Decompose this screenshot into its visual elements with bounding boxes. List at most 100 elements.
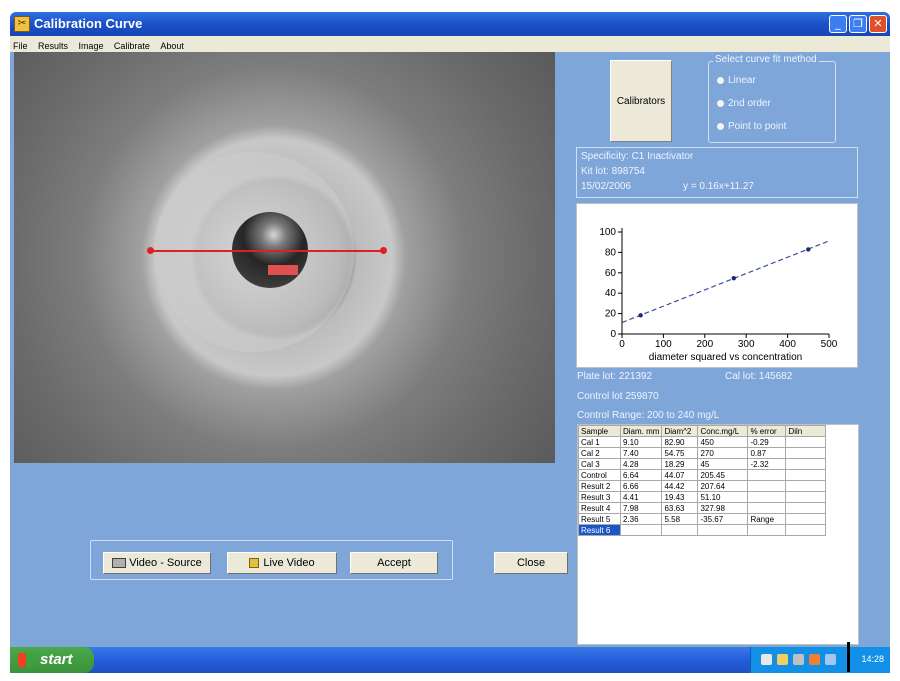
table-row[interactable]: Cal 1 9.10 82.90 450 -0.29 (578, 436, 827, 448)
table-cell[interactable] (747, 480, 787, 492)
table-cell[interactable] (747, 502, 787, 514)
table-cell[interactable]: 7.40 (619, 447, 663, 459)
col-header[interactable]: Diam. mm (619, 425, 663, 437)
measure-handle-right[interactable] (380, 247, 387, 254)
restore-button[interactable]: ❐ (849, 15, 867, 33)
table-cell[interactable] (747, 524, 787, 536)
table-cell[interactable] (697, 524, 749, 536)
table-row[interactable]: Result 5 2.36 5.58 -35.67 Range (578, 513, 827, 525)
accept-button[interactable]: Accept (350, 552, 438, 574)
table-cell[interactable]: Result 3 (578, 491, 621, 503)
live-video-button[interactable]: Live Video (227, 552, 337, 574)
table-cell[interactable]: Result 5 (578, 513, 621, 525)
table-cell[interactable]: 19.43 (661, 491, 699, 503)
table-cell[interactable]: 44.07 (661, 469, 699, 481)
y-tick-label: 80 (605, 247, 617, 258)
table-cell[interactable] (785, 436, 827, 448)
radio-point-to-point[interactable]: Point to point (717, 121, 786, 132)
table-cell[interactable]: 44.42 (661, 480, 699, 492)
table-row[interactable]: Result 3 4.41 19.43 51.10 (578, 491, 827, 503)
table-cell[interactable]: -0.29 (747, 436, 787, 448)
table-cell[interactable]: 18.29 (661, 458, 699, 470)
menu-calibrate[interactable]: Calibrate (111, 39, 153, 53)
table-cell[interactable]: Result 2 (578, 480, 621, 492)
table-cell[interactable]: 270 (697, 447, 749, 459)
table-cell[interactable]: 82.90 (661, 436, 699, 448)
network-icon[interactable] (761, 654, 772, 665)
table-cell[interactable]: 450 (697, 436, 749, 448)
table-cell[interactable]: Range (747, 513, 787, 525)
table-cell[interactable] (747, 491, 787, 503)
col-header[interactable]: Sample (578, 425, 621, 437)
table-cell[interactable]: -35.67 (697, 513, 749, 525)
x-tick-label: 300 (738, 339, 755, 350)
table-cell[interactable]: Cal 2 (578, 447, 621, 459)
tray-app-icon[interactable] (825, 654, 836, 665)
table-cell[interactable]: 45 (697, 458, 749, 470)
col-header[interactable]: Diam^2 (661, 425, 699, 437)
table-cell[interactable]: -2.32 (747, 458, 787, 470)
table-cell[interactable]: Result 6 (578, 524, 621, 536)
table-cell[interactable]: 63.63 (661, 502, 699, 514)
table-cell[interactable]: 205.45 (697, 469, 749, 481)
table-cell[interactable] (785, 524, 827, 536)
table-row[interactable]: Result 2 6.66 44.42 207.64 (578, 480, 827, 492)
close-window-button[interactable]: ✕ (869, 15, 887, 33)
table-cell[interactable] (619, 524, 663, 536)
table-cell[interactable] (747, 469, 787, 481)
table-cell[interactable] (785, 447, 827, 459)
table-cell[interactable]: Cal 3 (578, 458, 621, 470)
security-icon[interactable] (809, 654, 820, 665)
table-row[interactable]: Control 6.64 44.07 205.45 (578, 469, 827, 481)
menu-about[interactable]: About (157, 39, 187, 53)
measure-handle-left[interactable] (147, 247, 154, 254)
radio-2nd-order[interactable]: 2nd order (717, 98, 771, 109)
table-row-selected[interactable]: Result 6 (578, 524, 827, 536)
plate-lot-text: Plate lot: 221392 (577, 371, 653, 382)
table-cell[interactable] (785, 502, 827, 514)
table-cell[interactable]: 51.10 (697, 491, 749, 503)
table-cell[interactable] (785, 480, 827, 492)
table-cell[interactable]: Result 4 (578, 502, 621, 514)
table-cell[interactable]: 2.36 (619, 513, 663, 525)
diameter-measure-line[interactable] (150, 250, 386, 252)
close-button[interactable]: Close (494, 552, 568, 574)
table-cell[interactable]: 0.87 (747, 447, 787, 459)
video-source-button[interactable]: Video - Source (103, 552, 211, 574)
menu-file[interactable]: File (10, 39, 31, 53)
video-image[interactable] (14, 52, 555, 463)
table-cell[interactable] (661, 524, 699, 536)
table-row[interactable]: Result 4 7.98 63.63 327.98 (578, 502, 827, 514)
table-cell[interactable]: 6.64 (619, 469, 663, 481)
table-cell[interactable]: 207.64 (697, 480, 749, 492)
col-header[interactable]: % error (747, 425, 787, 437)
fit-line (621, 240, 830, 324)
col-header[interactable]: Diln (785, 425, 827, 437)
table-cell[interactable]: 4.41 (619, 491, 663, 503)
table-row[interactable]: Cal 3 4.28 18.29 45 -2.32 (578, 458, 827, 470)
table-cell[interactable] (785, 469, 827, 481)
menu-results[interactable]: Results (35, 39, 71, 53)
table-cell[interactable] (785, 513, 827, 525)
col-header[interactable]: Conc.mg/L (697, 425, 749, 437)
table-cell[interactable]: 9.10 (619, 436, 663, 448)
menu-image[interactable]: Image (75, 39, 106, 53)
table-cell[interactable]: 7.98 (619, 502, 663, 514)
table-cell[interactable]: 54.75 (661, 447, 699, 459)
table-cell[interactable]: Control (578, 469, 621, 481)
table-cell[interactable]: 5.58 (661, 513, 699, 525)
start-button[interactable]: start (10, 647, 94, 673)
minimize-button[interactable]: _ (829, 15, 847, 33)
monitor-icon[interactable] (777, 654, 788, 665)
volume-icon[interactable] (793, 654, 804, 665)
table-cell[interactable]: 6.66 (619, 480, 663, 492)
table-cell[interactable] (785, 491, 827, 503)
radio-linear[interactable]: Linear (717, 75, 756, 86)
table-row[interactable]: Cal 2 7.40 54.75 270 0.87 (578, 447, 827, 459)
table-cell[interactable]: 4.28 (619, 458, 663, 470)
table-cell[interactable]: Cal 1 (578, 436, 621, 448)
calibrators-button[interactable]: Calibrators (610, 60, 672, 142)
table-cell[interactable]: 327.98 (697, 502, 749, 514)
table-cell[interactable] (785, 458, 827, 470)
clock[interactable]: 14:28 (861, 654, 884, 664)
